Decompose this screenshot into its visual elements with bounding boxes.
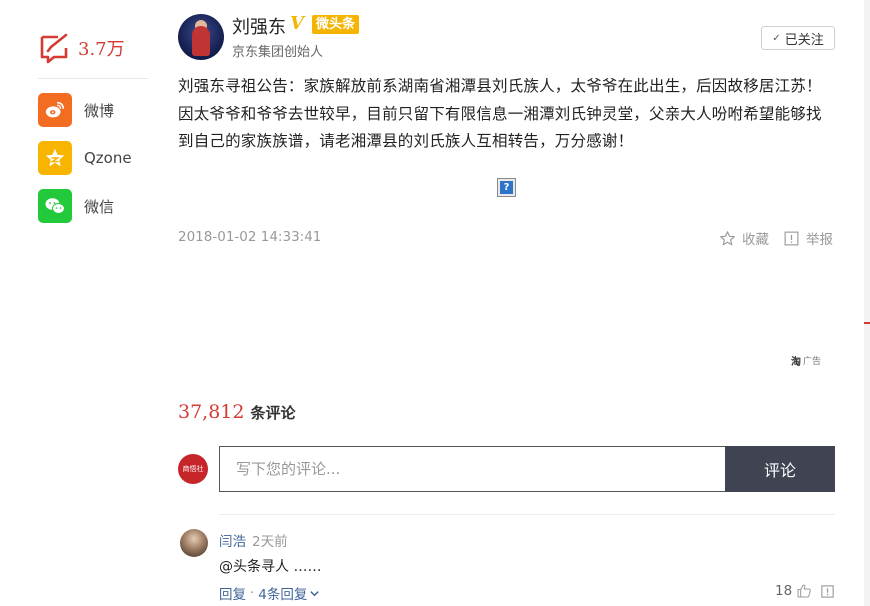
share-weibo-button[interactable]: 微博	[38, 93, 150, 127]
check-icon: ✓	[772, 32, 781, 44]
comment-like-count: 18	[775, 583, 793, 599]
weitoutiao-badge: 微头条	[312, 15, 360, 34]
post-timestamp: 2018-01-02 14:33:41	[178, 229, 322, 245]
thumbs-up-icon	[797, 584, 812, 598]
qzone-star-icon	[38, 141, 72, 175]
my-avatar: 商悟社	[178, 454, 208, 484]
taobao-logo-icon: 淘	[791, 357, 801, 368]
share-wechat-label: 微信	[84, 197, 115, 216]
comments-total-label: 条评论	[250, 404, 296, 422]
comment-input[interactable]	[219, 446, 726, 492]
comment-username[interactable]: 闫浩	[219, 530, 246, 550]
author-avatar[interactable]	[178, 14, 224, 60]
report-icon	[784, 231, 799, 245]
share-rail: 3.7万 微博 Qzone 微信	[38, 30, 150, 223]
comments-total: 37,812	[178, 401, 245, 423]
favorite-label: 收藏	[742, 232, 769, 248]
comment-report-icon[interactable]	[820, 584, 835, 599]
weibo-icon	[38, 93, 72, 127]
view-replies-link[interactable]: 4条回复	[258, 583, 307, 603]
report-button[interactable]: 举报	[783, 228, 833, 248]
comment-reply-row: 回复 · 4条回复	[219, 583, 320, 603]
right-edge-marker	[864, 322, 870, 324]
chevron-down-icon[interactable]	[309, 588, 320, 599]
broken-image-icon[interactable]: ?	[497, 178, 516, 197]
author-title: 京东集团创始人	[232, 45, 324, 60]
post-actions: 收藏 举报	[719, 228, 833, 248]
rail-divider	[38, 78, 148, 79]
ad-label[interactable]: 淘 广告	[791, 353, 821, 368]
comment-text: @头条寻人 ……	[219, 559, 322, 575]
comment-count-link[interactable]: 3.7万	[38, 30, 150, 66]
submit-comment-button[interactable]: 评论	[725, 446, 835, 492]
favorite-button[interactable]: 收藏	[719, 228, 769, 248]
share-qzone-label: Qzone	[84, 149, 132, 167]
post-text: 刘强东寻祖公告：家族解放前系湖南省湘潭县刘氏族人，太爷爷在此出生，后因故移居江苏…	[178, 77, 822, 150]
comment-icon	[40, 33, 68, 64]
star-outline-icon	[720, 230, 735, 245]
comments-header: 37,812 条评论	[178, 401, 296, 423]
comment-like-button[interactable]: 18	[775, 583, 812, 599]
share-qzone-button[interactable]: Qzone	[38, 141, 150, 175]
share-wechat-button[interactable]: 微信	[38, 189, 150, 223]
report-label: 举报	[806, 232, 833, 248]
reply-link[interactable]: 回复	[219, 583, 246, 603]
follow-label: 已关注	[784, 32, 824, 48]
author-name[interactable]: 刘强东	[232, 13, 286, 39]
share-weibo-label: 微博	[84, 101, 115, 120]
comment-time: 2天前	[252, 534, 288, 550]
comment-avatar[interactable]	[180, 529, 208, 557]
right-scroll-strip	[864, 0, 870, 606]
verified-v-icon: V	[290, 13, 304, 34]
comments-divider	[219, 514, 835, 515]
wechat-icon	[38, 189, 72, 223]
comment-count: 3.7万	[78, 39, 125, 60]
follow-button[interactable]: ✓ 已关注	[761, 26, 835, 50]
